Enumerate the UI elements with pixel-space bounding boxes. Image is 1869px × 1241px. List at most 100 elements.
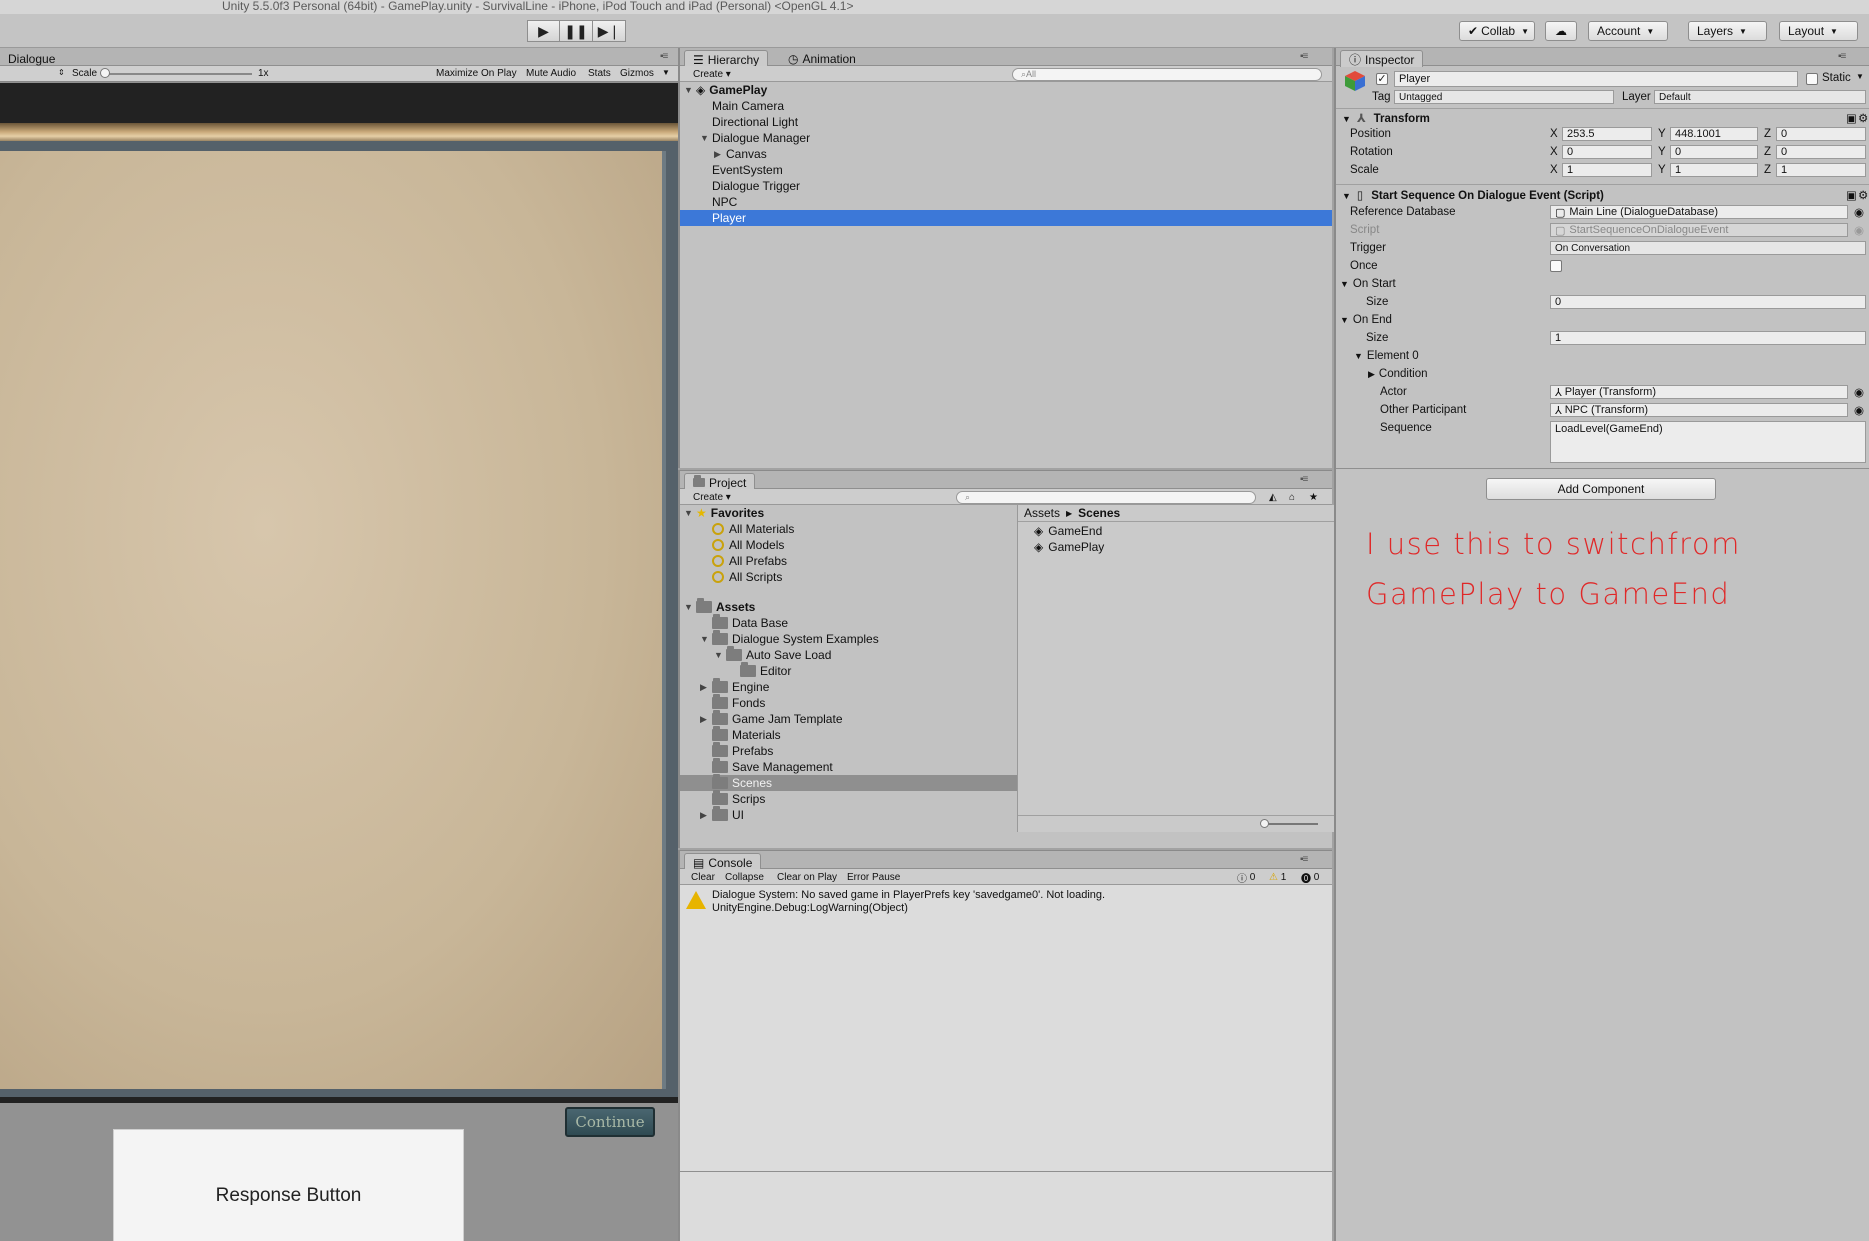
script-component-header[interactable]: ▼ ▯ Start Sequence On Dialogue Event (Scri… <box>1342 188 1604 202</box>
scale-z-field[interactable]: 1 <box>1776 163 1866 177</box>
on-start-foldout[interactable]: ▼ On Start <box>1340 278 1396 290</box>
tag-dropdown[interactable]: Untagged <box>1394 90 1614 104</box>
tab-project[interactable]: Project <box>684 473 756 490</box>
scale-slider[interactable] <box>104 73 252 75</box>
scene-file-item[interactable]: ◈ GameEnd <box>1034 523 1102 539</box>
mute-audio-toggle[interactable]: Mute Audio <box>526 68 576 79</box>
tab-inspector[interactable]: ⓘ Inspector <box>1340 50 1424 67</box>
collapsed-arrow-icon[interactable]: ▶ <box>1368 369 1375 379</box>
object-name-field[interactable]: Player <box>1394 71 1798 87</box>
display-select-icon[interactable]: ⇕ <box>58 68 65 77</box>
expand-arrow-icon[interactable]: ▼ <box>1354 351 1363 361</box>
rotation-z-field[interactable]: 0 <box>1776 145 1866 159</box>
rotation-y-field[interactable]: 0 <box>1670 145 1758 159</box>
position-x-field[interactable]: 253.5 <box>1562 127 1652 141</box>
position-y-field[interactable]: 448.1001 <box>1670 127 1758 141</box>
play-button[interactable]: ▶ <box>527 20 560 42</box>
gizmos-dropdown[interactable]: Gizmos <box>620 68 654 79</box>
expand-arrow-icon[interactable]: ▼ <box>1342 191 1351 201</box>
reference-database-field[interactable]: ▢ Main Line (DialogueDatabase) <box>1550 205 1848 219</box>
create-dropdown[interactable]: Create ▾ <box>688 68 736 81</box>
panel-menu-icon[interactable]: ▪≡ <box>1300 854 1308 865</box>
collapse-toggle[interactable]: Collapse <box>720 871 769 884</box>
condition-foldout[interactable]: ▶ Condition <box>1368 368 1428 380</box>
favorite-item[interactable]: All Scripts <box>712 569 782 585</box>
gear-icon[interactable]: ⚙ <box>1858 111 1868 125</box>
tab-dialogue[interactable]: Dialogue <box>0 50 63 67</box>
folder-item[interactable]: ▼ Auto Save Load <box>714 646 831 663</box>
hierarchy-item[interactable]: Directional Light <box>712 114 798 130</box>
assets-row[interactable]: ▼ Assets <box>684 598 755 615</box>
folder-item[interactable]: Editor <box>740 662 791 679</box>
panel-menu-icon[interactable]: ▪≡ <box>1838 51 1846 62</box>
expand-arrow-icon[interactable]: ▼ <box>1340 315 1349 325</box>
layout-dropdown[interactable]: Layout ▼ <box>1779 21 1858 41</box>
hierarchy-item[interactable]: ▼ Dialogue Manager <box>700 130 810 146</box>
folder-item[interactable]: ▶ Engine <box>700 678 769 695</box>
step-button[interactable]: ▶❘ <box>593 20 626 42</box>
stats-toggle[interactable]: Stats <box>588 68 611 79</box>
account-dropdown[interactable]: Account ▼ <box>1588 21 1668 41</box>
collapsed-arrow-icon[interactable]: ▶ <box>700 682 712 693</box>
expand-arrow-icon[interactable]: ▼ <box>684 508 696 518</box>
favorites-row[interactable]: ▼ ★ Favorites <box>684 505 764 521</box>
hierarchy-item[interactable]: NPC <box>712 194 737 210</box>
expand-arrow-icon[interactable]: ▼ <box>700 133 712 143</box>
tab-hierarchy[interactable]: ☰ Hierarchy <box>684 50 769 67</box>
chevron-down-icon[interactable]: ▼ <box>662 68 670 77</box>
rotation-x-field[interactable]: 0 <box>1562 145 1652 159</box>
layer-dropdown[interactable]: Default <box>1654 90 1866 104</box>
position-z-field[interactable]: 0 <box>1776 127 1866 141</box>
expand-arrow-icon[interactable]: ▼ <box>684 85 696 95</box>
collab-button[interactable]: ✔ Collab ▼ <box>1459 21 1535 41</box>
pause-button[interactable]: ❚❚ <box>560 20 593 42</box>
clear-on-play-toggle[interactable]: Clear on Play <box>772 871 842 884</box>
expand-arrow-icon[interactable]: ▼ <box>1342 114 1351 124</box>
response-button[interactable]: Response Button <box>113 1129 464 1241</box>
object-picker-icon[interactable]: ◉ <box>1854 403 1864 417</box>
folder-item[interactable]: ▼ Dialogue System Examples <box>700 630 879 647</box>
error-filter-toggle[interactable]: ⓿ 0 <box>1296 871 1324 885</box>
hierarchy-item-selected[interactable]: Player <box>680 210 1332 226</box>
other-participant-field[interactable]: ⅄ NPC (Transform) <box>1550 403 1848 417</box>
expand-arrow-icon[interactable]: ▼ <box>1340 279 1349 289</box>
on-end-foldout[interactable]: ▼ On End <box>1340 314 1392 326</box>
scene-root-row[interactable]: ▼ ◈ GamePlay <box>684 82 1332 98</box>
clear-button[interactable]: Clear <box>686 871 720 884</box>
element-foldout[interactable]: ▼ Element 0 <box>1354 350 1419 362</box>
transform-header[interactable]: ▼ ⅄ Transform <box>1342 111 1430 125</box>
info-filter-toggle[interactable]: ⓘ 0 <box>1232 871 1260 885</box>
hierarchy-item[interactable]: EventSystem <box>712 162 783 178</box>
tab-console[interactable]: ▤ Console <box>684 853 762 870</box>
folder-item[interactable]: Save Management <box>712 758 833 775</box>
expand-arrow-icon[interactable]: ▼ <box>700 634 712 644</box>
layers-dropdown[interactable]: Layers ▼ <box>1688 21 1767 41</box>
maximize-on-play-toggle[interactable]: Maximize On Play <box>436 68 517 79</box>
panel-menu-icon[interactable]: ▪≡ <box>1300 51 1308 62</box>
favorite-item[interactable]: All Models <box>712 537 784 553</box>
scale-x-field[interactable]: 1 <box>1562 163 1652 177</box>
active-checkbox[interactable]: ✓ <box>1376 73 1388 85</box>
hierarchy-item[interactable]: Dialogue Trigger <box>712 178 800 194</box>
folder-item[interactable]: Fonds <box>712 694 765 711</box>
error-pause-toggle[interactable]: Error Pause <box>842 871 905 884</box>
collapsed-arrow-icon[interactable]: ▶ <box>714 149 726 160</box>
folder-item[interactable]: ▶ Game Jam Template <box>700 710 843 727</box>
on-end-size-field[interactable]: 1 <box>1550 331 1866 345</box>
hierarchy-item[interactable]: Main Camera <box>712 98 784 114</box>
folder-item[interactable]: Data Base <box>712 614 788 631</box>
once-checkbox[interactable] <box>1550 260 1562 272</box>
star-icon[interactable]: ★ <box>1304 491 1323 504</box>
breadcrumb-current[interactable]: Scenes <box>1078 506 1120 520</box>
scale-y-field[interactable]: 1 <box>1670 163 1758 177</box>
favorite-item[interactable]: All Prefabs <box>712 553 787 569</box>
collapsed-arrow-icon[interactable]: ▶ <box>700 714 712 725</box>
project-search-input[interactable]: ⌕ <box>956 491 1256 504</box>
warning-filter-toggle[interactable]: ⚠ 1 <box>1264 871 1291 884</box>
chevron-down-icon[interactable]: ▼ <box>1856 72 1864 81</box>
add-component-button[interactable]: Add Component <box>1486 478 1716 500</box>
on-start-size-field[interactable]: 0 <box>1550 295 1866 309</box>
static-checkbox[interactable] <box>1806 73 1818 85</box>
help-icon[interactable]: ▣ <box>1846 188 1857 202</box>
gear-icon[interactable]: ⚙ <box>1858 188 1868 202</box>
